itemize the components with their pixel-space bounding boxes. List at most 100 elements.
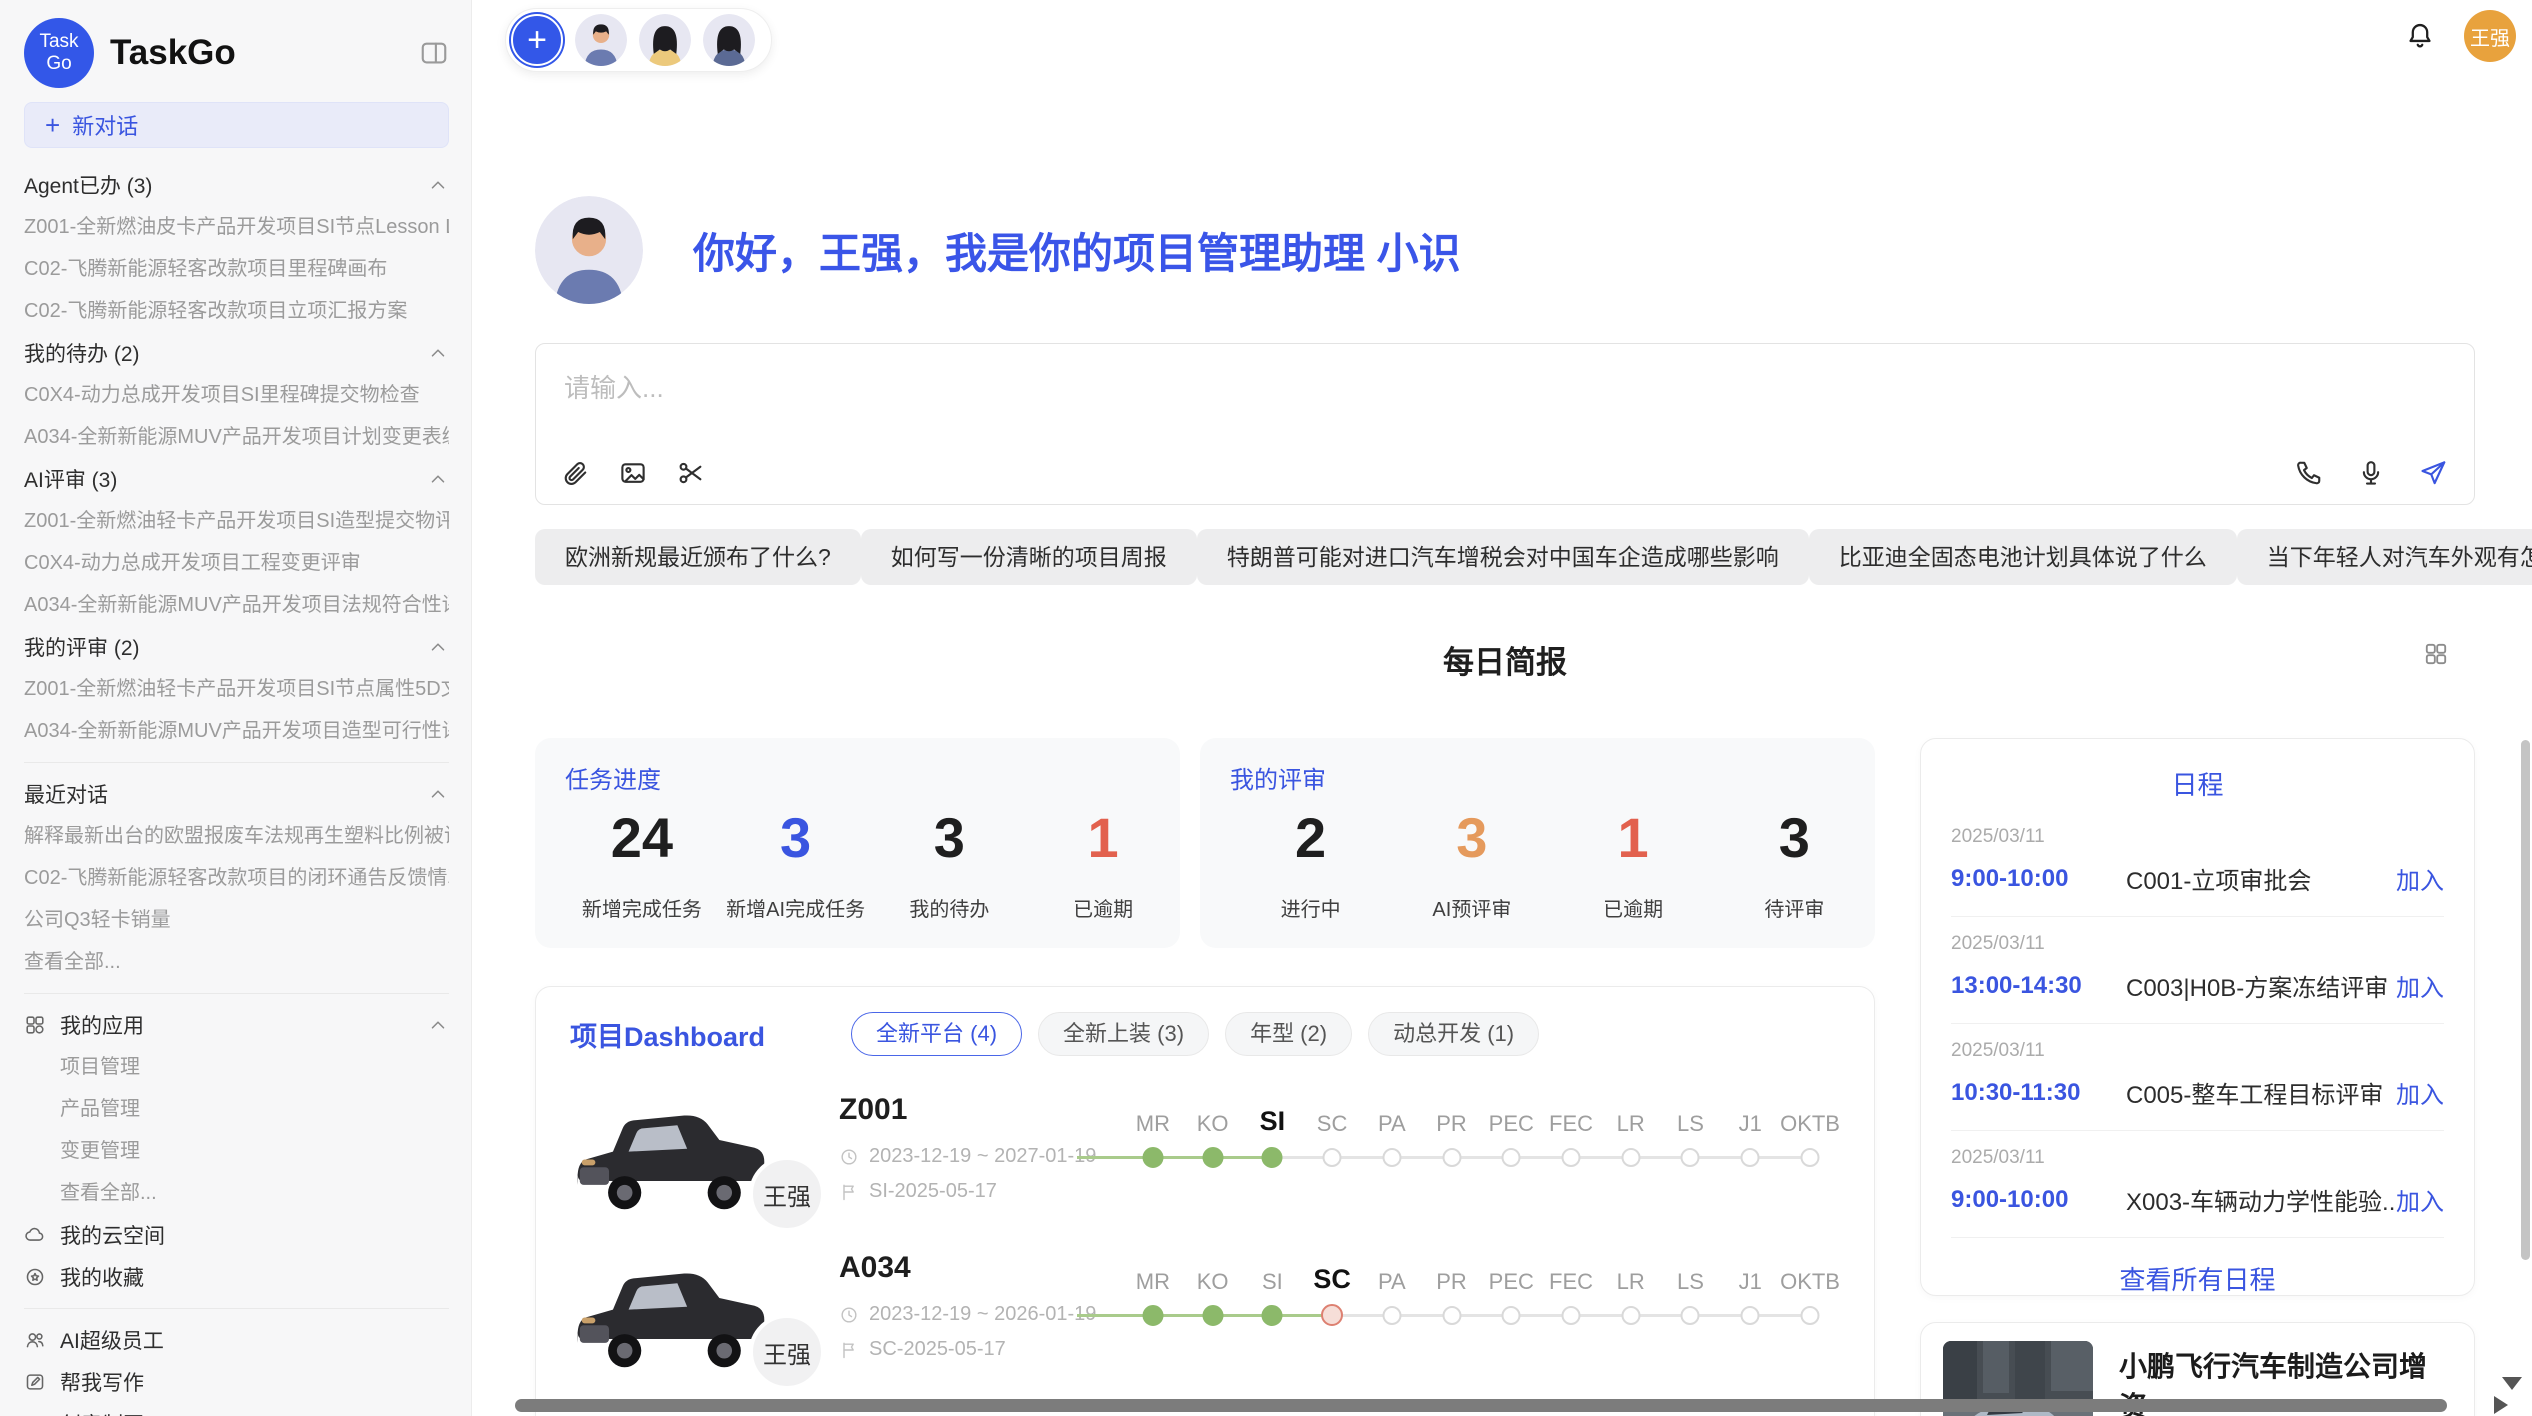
milestone-label: OKTB xyxy=(1780,1257,1840,1295)
schedule-item: 2025/03/1113:00-14:30C003|H0B-方案冻结评审加入 xyxy=(1951,917,2444,1024)
stat-label: 进行中 xyxy=(1230,893,1391,922)
view-all-schedule-link[interactable]: 查看所有日程 xyxy=(1951,1238,2444,1319)
milestone-label: LS xyxy=(1661,1257,1721,1295)
scroll-down-arrow[interactable] xyxy=(2502,1377,2522,1390)
milestone-label: KO xyxy=(1183,1257,1243,1295)
schedule-join-link[interactable]: 加入 xyxy=(2396,1182,2444,1217)
stat: 1已逾期 xyxy=(1026,807,1180,922)
sidebar-section-header[interactable]: Agent已办 (3) xyxy=(24,164,449,206)
project-flag: SI-2025-05-17 xyxy=(839,1180,1109,1203)
milestone-label: LR xyxy=(1601,1257,1661,1295)
milestone: PEC xyxy=(1481,1257,1541,1335)
suggestion-chip[interactable]: 特朗普可能对进口汽车增税会对中国车企造成哪些影响 xyxy=(1197,529,1809,585)
sidebar-item[interactable]: C0X4-动力总成开发项目SI里程碑提交物检查 xyxy=(24,374,449,416)
send-icon[interactable] xyxy=(2418,458,2448,488)
assistant-switcher: + xyxy=(505,8,772,72)
user-avatar[interactable]: 王强 xyxy=(2464,10,2516,62)
milestone-dot xyxy=(1442,1148,1461,1167)
sidebar-item[interactable]: C02-飞腾新能源轻客改款项目的闭环通告反馈情况 xyxy=(24,857,449,899)
attachment-icon[interactable] xyxy=(560,458,590,488)
app-logo: Task Go xyxy=(24,18,94,88)
milestone-dot xyxy=(1502,1306,1521,1325)
new-chat-label: 新对话 xyxy=(72,109,138,141)
scissors-icon[interactable] xyxy=(676,458,706,488)
sidebar-item-cloud[interactable]: 我的云空间 xyxy=(24,1214,449,1256)
schedule-event-title: C001-立项审批会 xyxy=(2126,861,2396,896)
sidebar-section-header[interactable]: 我的待办 (2) xyxy=(24,332,449,374)
input-tools-left xyxy=(560,458,706,488)
milestone-dot xyxy=(1681,1306,1700,1325)
project-row: 王强Z0012023-12-19 ~ 2027-01-19SI-2025-05-… xyxy=(570,1091,1840,1241)
schedule-event-title: C005-整车工程目标评审 xyxy=(2126,1075,2396,1110)
phone-icon[interactable] xyxy=(2294,458,2324,488)
sidebar-item[interactable]: 解释最新出台的欧盟报废车法规再生塑料比例被调至15%... xyxy=(24,815,449,857)
sidebar-item[interactable]: Z001-全新燃油皮卡产品开发项目SI节点Lesson Learn报告 xyxy=(24,206,449,248)
sidebar-item[interactable]: A034-全新新能源MUV产品开发项目法规符合性评审 xyxy=(24,584,449,626)
schedule-join-link[interactable]: 加入 xyxy=(2396,1075,2444,1110)
add-assistant-button[interactable]: + xyxy=(511,14,563,66)
sidebar-item[interactable]: Z001-全新燃油轻卡产品开发项目SI造型提交物评审 xyxy=(24,500,449,542)
schedule-join-link[interactable]: 加入 xyxy=(2396,968,2444,1003)
vertical-scrollbar[interactable] xyxy=(2521,740,2530,1260)
sidebar-item[interactable]: Z001-全新燃油轻卡产品开发项目SI节点属性5D文件评审 xyxy=(24,668,449,710)
right-column: 日程 2025/03/119:00-10:00C001-立项审批会加入2025/… xyxy=(1920,738,2475,1416)
suggestion-chip[interactable]: 当下年轻人对汽车外观有怎样的喜好趋势 xyxy=(2237,529,2532,585)
dashboard-tab[interactable]: 全新上装 (3) xyxy=(1038,1012,1209,1056)
milestone-label: PR xyxy=(1422,1257,1482,1295)
notification-bell-icon[interactable] xyxy=(2404,20,2436,52)
suggestion-chip[interactable]: 如何写一份清晰的项目周报 xyxy=(861,529,1197,585)
milestone: MR xyxy=(1123,1099,1183,1177)
sidebar-item[interactable]: C02-飞腾新能源轻客改款项目立项汇报方案 xyxy=(24,290,449,332)
sidebar-section-header[interactable]: 最近对话 xyxy=(24,773,449,815)
assistant-pill: + xyxy=(505,8,772,72)
milestone-label: J1 xyxy=(1720,1099,1780,1137)
sidebar-section-header[interactable]: 我的评审 (2) xyxy=(24,626,449,668)
schedule-line: 9:00-10:00X003-车辆动力学性能验...加入 xyxy=(1951,1182,2444,1217)
sidebar-item[interactable]: A034-全新新能源MUV产品开发项目造型可行性评审 xyxy=(24,710,449,752)
chat-input[interactable] xyxy=(562,366,2448,436)
microphone-icon[interactable] xyxy=(2356,458,2386,488)
sidebar-item[interactable]: 查看全部... xyxy=(24,941,449,983)
sidebar-item[interactable]: C0X4-动力总成开发项目工程变更评审 xyxy=(24,542,449,584)
sidebar-tool-write[interactable]: 帮我写作 xyxy=(24,1361,449,1403)
assistant-avatar-2[interactable] xyxy=(639,14,691,66)
sidebar-app-item[interactable]: 项目管理 xyxy=(24,1046,449,1088)
dashboard-tab[interactable]: 全新平台 (4) xyxy=(851,1012,1022,1056)
sidebar-tool-users[interactable]: AI超级员工 xyxy=(24,1319,449,1361)
assistant-avatar xyxy=(535,196,643,304)
new-chat-button[interactable]: + 新对话 xyxy=(24,102,449,148)
sidebar-item[interactable]: 公司Q3轻卡销量 xyxy=(24,899,449,941)
schedule-event-title: C003|H0B-方案冻结评审 xyxy=(2126,968,2396,1003)
sidebar-app-item[interactable]: 变更管理 xyxy=(24,1130,449,1172)
sidebar-app-item[interactable]: 产品管理 xyxy=(24,1088,449,1130)
sidebar-item-star[interactable]: 我的收藏 xyxy=(24,1256,449,1298)
horizontal-scrollbar[interactable] xyxy=(515,1399,2447,1412)
sidebar-collapse-icon[interactable] xyxy=(419,38,449,68)
milestone-dot xyxy=(1801,1306,1820,1325)
layout-grid-icon[interactable] xyxy=(2423,641,2449,667)
milestone-label: PA xyxy=(1362,1257,1422,1295)
schedule-join-link[interactable]: 加入 xyxy=(2396,861,2444,896)
milestone-dot xyxy=(1262,1147,1283,1168)
dashboard-tab[interactable]: 年型 (2) xyxy=(1225,1012,1352,1056)
project-dashboard-card: 项目Dashboard 全新平台 (4)全新上装 (3)年型 (2)动总开发 (… xyxy=(535,986,1875,1416)
sidebar-section-header[interactable]: AI评审 (3) xyxy=(24,458,449,500)
assistant-avatar-1[interactable] xyxy=(575,14,627,66)
milestone-dot xyxy=(1502,1148,1521,1167)
milestone: PA xyxy=(1362,1257,1422,1335)
assistant-avatar-3[interactable] xyxy=(703,14,755,66)
sidebar-item[interactable]: A034-全新新能源MUV产品开发项目计划变更表编写 xyxy=(24,416,449,458)
dashboard-tab[interactable]: 动总开发 (1) xyxy=(1368,1012,1539,1056)
sidebar-app-item[interactable]: 查看全部... xyxy=(24,1172,449,1214)
scroll-right-arrow[interactable] xyxy=(2494,1396,2508,1414)
suggestion-chip[interactable]: 比亚迪全固态电池计划具体说了什么 xyxy=(1809,529,2237,585)
sidebar-section-header[interactable]: 我的应用 xyxy=(24,1004,449,1046)
suggestion-chip[interactable]: 欧洲新规最近颁布了什么? xyxy=(535,529,861,585)
sidebar-tool-pen[interactable]: 创意制图 xyxy=(24,1403,449,1416)
stat-value: 3 xyxy=(1714,807,1875,869)
milestone: PEC xyxy=(1481,1099,1541,1177)
sidebar-item[interactable]: C02-飞腾新能源轻客改款项目里程碑画布 xyxy=(24,248,449,290)
image-icon[interactable] xyxy=(618,458,648,488)
top-right-bar: 王强 xyxy=(2404,10,2516,62)
chevron-up-icon xyxy=(427,783,449,805)
